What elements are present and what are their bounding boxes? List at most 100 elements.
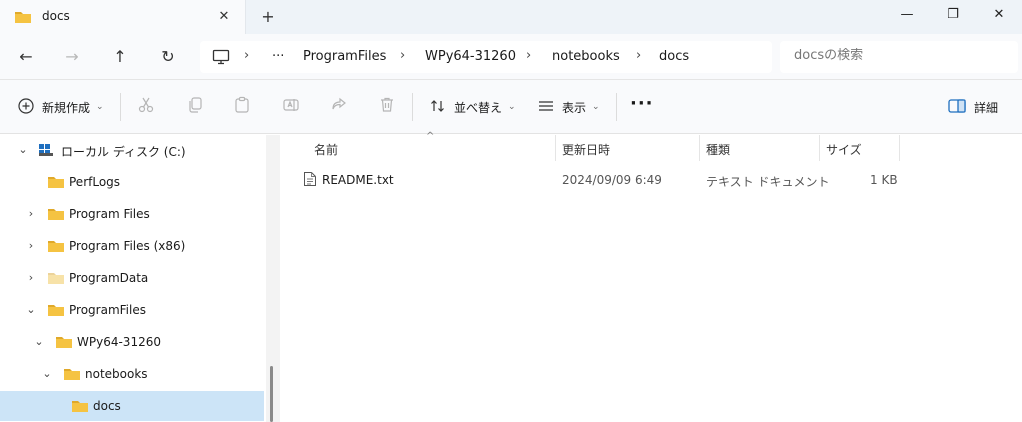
sort-button-label: 並べ替え — [454, 100, 503, 115]
delete-icon[interactable] — [378, 96, 400, 118]
title-bar: docs ✕ + — ❐ ✕ — [0, 0, 1022, 34]
column-header-size[interactable]: サイズ — [820, 135, 900, 161]
breadcrumb-separator[interactable]: › — [636, 48, 641, 63]
tab-docs[interactable]: docs ✕ — [0, 0, 246, 34]
sidebar-item-label: ProgramData — [69, 271, 149, 285]
sidebar-item-local-disk[interactable]: ⌄ ローカル ディスク (C:) — [0, 135, 264, 165]
column-header-label: 更新日時 — [562, 143, 611, 157]
sidebar-item-label: WPy64-31260 — [77, 335, 161, 349]
breadcrumb-overflow[interactable]: ··· — [272, 49, 284, 64]
new-button-label: 新規作成 — [42, 100, 91, 115]
forward-button[interactable]: → — [60, 45, 84, 69]
column-header-name[interactable]: 名前 — [280, 135, 556, 161]
cut-icon[interactable] — [137, 96, 159, 118]
chevron-down-icon[interactable]: ⌄ — [32, 335, 46, 349]
close-window-button[interactable]: ✕ — [976, 0, 1022, 30]
breadcrumb-notebooks[interactable]: notebooks — [552, 49, 620, 64]
column-header-label: 名前 — [314, 143, 339, 157]
folder-icon — [47, 303, 65, 320]
view-button-label: 表示 — [562, 100, 587, 115]
search-box[interactable] — [780, 41, 1018, 73]
sidebar-scrollbar-thumb[interactable] — [270, 366, 273, 422]
chevron-right-icon[interactable]: › — [24, 239, 38, 253]
details-button-label: 詳細 — [974, 100, 999, 115]
sidebar-item-programdata[interactable]: › ProgramData — [0, 263, 264, 293]
sidebar-scrollbar-track[interactable] — [266, 135, 280, 422]
breadcrumb-programfiles[interactable]: ProgramFiles — [303, 49, 386, 64]
sidebar-item-label: PerfLogs — [69, 175, 121, 189]
folder-icon — [55, 335, 73, 352]
breadcrumb-separator[interactable]: › — [526, 48, 531, 63]
sort-button[interactable]: 並べ替え ⌄ — [430, 96, 516, 118]
chevron-right-icon[interactable]: › — [24, 271, 38, 285]
address-row: ← → ↑ ↻ › ··· ProgramFiles › WPy64-31260… — [0, 34, 1022, 80]
back-button[interactable]: ← — [14, 45, 38, 69]
column-header-modified[interactable]: 更新日時 — [556, 135, 700, 161]
chevron-right-icon[interactable]: › — [24, 207, 38, 221]
sidebar-item-label: ローカル ディスク (C:) — [61, 145, 186, 159]
folder-icon — [14, 10, 32, 27]
up-button[interactable]: ↑ — [108, 45, 132, 69]
text-file-icon — [303, 171, 317, 190]
chevron-down-icon[interactable]: ⌄ — [16, 143, 30, 157]
computer-icon — [212, 49, 230, 68]
folder-icon — [47, 271, 65, 288]
folder-icon — [47, 239, 65, 256]
sidebar-item-docs[interactable]: docs — [0, 391, 264, 421]
command-bar: 新規作成 ⌄ 並べ替え ⌄ 表示 ⌄ ··· 詳細 — [0, 80, 1022, 134]
search-input[interactable] — [794, 48, 994, 63]
sidebar-item-program-files-x86[interactable]: › Program Files (x86) — [0, 231, 264, 261]
address-bar[interactable]: › ··· ProgramFiles › WPy64-31260 › noteb… — [200, 41, 772, 73]
paste-icon[interactable] — [233, 96, 255, 118]
sidebar-item-label: ProgramFiles — [69, 303, 146, 317]
more-options-button[interactable]: ··· — [630, 93, 654, 114]
plus-circle-icon — [18, 97, 34, 117]
copy-icon[interactable] — [186, 96, 208, 118]
breadcrumb-docs[interactable]: docs — [659, 49, 689, 64]
folder-icon — [71, 399, 89, 416]
details-button[interactable]: 詳細 — [948, 96, 998, 118]
divider — [616, 93, 617, 121]
breadcrumb-separator: › — [244, 48, 250, 63]
column-divider[interactable] — [899, 135, 900, 161]
sidebar-item-notebooks[interactable]: ⌄ notebooks — [0, 359, 264, 389]
minimize-button[interactable]: — — [884, 0, 930, 30]
sidebar-item-label: docs — [93, 399, 121, 413]
column-header-label: 種類 — [706, 143, 731, 157]
breadcrumb-separator[interactable]: › — [400, 48, 405, 63]
chevron-down-icon: ⌄ — [592, 102, 600, 112]
breadcrumb-wpy64[interactable]: WPy64-31260 — [425, 49, 516, 64]
column-header-type[interactable]: 種類 — [700, 135, 820, 161]
sidebar-item-label: notebooks — [85, 367, 148, 381]
folder-icon — [47, 207, 65, 224]
sidebar-item-programfiles[interactable]: ⌄ ProgramFiles — [0, 295, 264, 325]
details-pane-icon — [948, 98, 966, 116]
file-list: ^ 名前 更新日時 種類 サイズ README.txt 2024/09/09 6… — [280, 131, 1022, 422]
maximize-button[interactable]: ❐ — [930, 0, 976, 30]
sidebar-item-wpy64[interactable]: ⌄ WPy64-31260 — [0, 327, 264, 357]
chevron-down-icon[interactable]: ⌄ — [24, 303, 38, 317]
chevron-down-icon[interactable]: ⌄ — [40, 367, 54, 381]
refresh-button[interactable]: ↻ — [156, 45, 180, 69]
table-row[interactable]: README.txt 2024/09/09 6:49 テキスト ドキュメント 1… — [298, 167, 898, 193]
chevron-down-icon: ⌄ — [508, 102, 516, 112]
chevron-down-icon: ⌄ — [96, 102, 104, 112]
view-button[interactable]: 表示 ⌄ — [538, 96, 600, 118]
folder-icon — [63, 367, 81, 384]
sidebar-item-perflogs[interactable]: PerfLogs — [0, 167, 264, 197]
rename-icon[interactable] — [282, 96, 304, 118]
new-tab-button[interactable]: + — [256, 6, 280, 28]
folder-icon — [47, 175, 65, 192]
file-type: テキスト ドキュメント — [706, 175, 830, 189]
sidebar-item-label: Program Files — [69, 207, 150, 221]
share-icon[interactable] — [330, 96, 352, 118]
drive-icon — [38, 143, 54, 160]
sort-icon — [430, 98, 446, 117]
navigation-pane: ⌄ ローカル ディスク (C:) PerfLogs › Program File… — [0, 135, 266, 422]
column-header-label: サイズ — [826, 143, 862, 157]
close-tab-button[interactable]: ✕ — [214, 7, 234, 27]
divider — [412, 93, 413, 121]
new-button[interactable]: 新規作成 ⌄ — [18, 96, 104, 118]
sidebar-item-program-files[interactable]: › Program Files — [0, 199, 264, 229]
tab-title: docs — [42, 9, 70, 23]
